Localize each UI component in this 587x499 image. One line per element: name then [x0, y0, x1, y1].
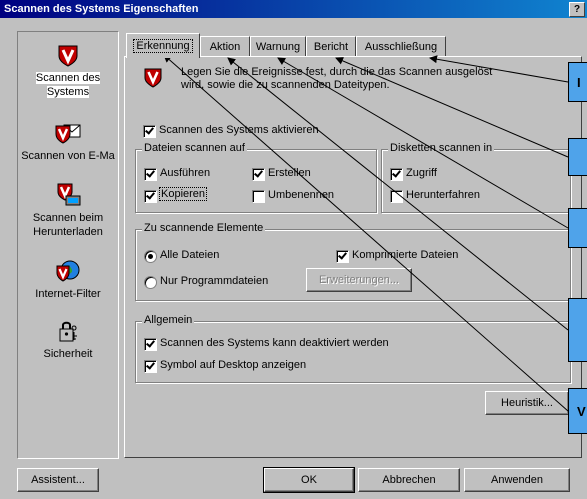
window-title: Scannen des Systems Eigenschaften [4, 3, 199, 15]
sidebar-item-label: Internet-Filter [35, 288, 101, 300]
group-title: Zu scannende Elemente [142, 222, 266, 234]
group-title: Dateien scannen auf [142, 142, 247, 154]
sidebar-item-download-scan[interactable]: Scannen beim Herunterladen [18, 182, 118, 239]
download-shield-icon [57, 183, 81, 206]
callout-box-2 [568, 138, 587, 176]
enable-scan-label: Scannen des Systems aktivieren [159, 124, 319, 136]
execute-label: Ausführen [160, 167, 211, 179]
all-files-label: Alle Dateien [160, 249, 220, 261]
sidebar-item-security[interactable]: Sicherheit [18, 320, 118, 361]
create-label: Erstellen [268, 167, 311, 179]
rename-checkbox[interactable] [252, 190, 265, 203]
files-group: Dateien scannen auf Ausführen Erstellen … [135, 142, 377, 213]
create-checkbox[interactable] [252, 168, 265, 181]
access-label: Zugriff [406, 167, 437, 179]
globe-shield-icon [56, 260, 80, 282]
group-title: Allgemein [142, 314, 195, 326]
rename-label: Umbenennen [268, 189, 335, 201]
callout-label: I [577, 75, 581, 90]
callout-box-3 [568, 208, 587, 248]
disk-group: Disketten scannen in Zugriff Herunterfah… [381, 142, 571, 213]
tab-aktion[interactable]: Aktion [200, 36, 250, 57]
general-group: Allgemein Scannen des Systems kann deakt… [135, 314, 571, 383]
execute-checkbox[interactable] [144, 168, 157, 181]
cancel-button[interactable]: Abbrechen [358, 468, 460, 492]
callout-box-5: V [568, 388, 587, 434]
tab-label: Ausschließung [364, 41, 438, 53]
tab-label: Aktion [209, 41, 241, 53]
sidebar-item-label: Scannen von E-Ma [21, 150, 115, 162]
tab-bericht[interactable]: Bericht [306, 36, 356, 57]
tab-label: Bericht [313, 41, 349, 53]
can-disable-label: Scannen des Systems kann deaktiviert wer… [160, 337, 389, 349]
tab-panel: Legen Sie die Ereignisse fest, durch die… [124, 56, 582, 458]
tab-label: Warnung [255, 41, 301, 53]
tab-label: Erkennung [133, 39, 193, 53]
shield-v-icon [58, 45, 78, 67]
sidebar-item-internet-filter[interactable]: Internet-Filter [18, 260, 118, 301]
sidebar-item-email-scan[interactable]: Scannen von E-Ma [18, 122, 118, 163]
heuristic-button[interactable]: Heuristik... [485, 391, 569, 415]
callout-box-4 [568, 298, 587, 362]
program-files-label: Nur Programmdateien [160, 275, 269, 287]
shield-v-icon [144, 68, 162, 88]
compressed-label: Komprimierte Dateien [352, 249, 459, 261]
sidebar-item-label: Scannen beim Herunterladen [32, 212, 104, 238]
assistant-button[interactable]: Assistent... [17, 468, 99, 492]
callout-box-1: I [568, 62, 587, 102]
shutdown-checkbox[interactable] [390, 190, 403, 203]
sidebar-item-system-scan[interactable]: Scannen des Systems [18, 44, 118, 99]
sidebar-item-label: Sicherheit [43, 348, 93, 360]
panel-description: Legen Sie die Ereignisse fest, durch die… [181, 66, 493, 91]
title-bar: Scannen des Systems Eigenschaften ? [0, 0, 587, 18]
group-title: Disketten scannen in [388, 142, 495, 154]
tab-ausschliessung[interactable]: Ausschließung [356, 36, 446, 57]
enable-scan-checkbox[interactable] [143, 125, 156, 138]
elements-group: Zu scannende Elemente Alle Dateien Kompr… [135, 222, 571, 301]
all-files-radio[interactable] [144, 250, 157, 263]
tab-erkennung[interactable]: Erkennung [126, 33, 200, 58]
copy-checkbox[interactable] [144, 190, 157, 203]
copy-label: Kopieren [158, 187, 208, 201]
sidebar: Scannen des Systems Scannen von E-Ma Sca… [17, 31, 119, 459]
desktop-icon-label: Symbol auf Desktop anzeigen [160, 359, 307, 371]
mail-shield-icon [55, 124, 81, 144]
ok-button[interactable]: OK [263, 467, 355, 493]
access-checkbox[interactable] [390, 168, 403, 181]
apply-button[interactable]: Anwenden [464, 468, 570, 492]
lock-icon [59, 321, 77, 342]
program-files-radio[interactable] [144, 276, 157, 289]
compressed-checkbox[interactable] [336, 250, 349, 263]
help-button[interactable]: ? [569, 2, 585, 17]
callout-label: V [577, 404, 586, 419]
desktop-icon-checkbox[interactable] [144, 360, 157, 373]
extensions-button[interactable]: Erweiterungen... [306, 268, 412, 292]
can-disable-checkbox[interactable] [144, 338, 157, 351]
sidebar-item-label: Scannen des Systems [35, 72, 101, 98]
tab-warnung[interactable]: Warnung [250, 36, 306, 57]
shutdown-label: Herunterfahren [406, 189, 480, 201]
